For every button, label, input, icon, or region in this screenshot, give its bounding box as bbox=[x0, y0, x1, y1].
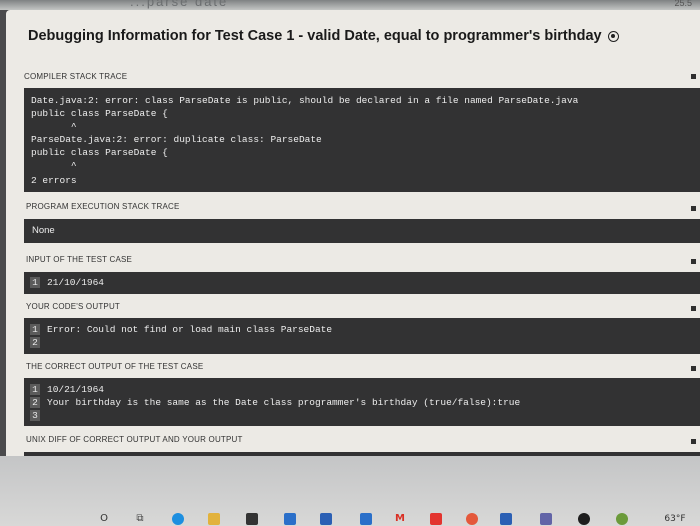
line-number: 2 bbox=[30, 337, 40, 348]
compiler-line: Date.java:2: error: class ParseDate is p… bbox=[31, 95, 579, 106]
correct-output-line: 10/21/1964 bbox=[47, 384, 105, 395]
onedrive-icon[interactable] bbox=[578, 513, 590, 525]
expand-your-output-icon[interactable] bbox=[691, 306, 696, 311]
line-number: 1 bbox=[30, 384, 40, 395]
line-number: 1 bbox=[30, 277, 40, 288]
word-icon[interactable] bbox=[500, 513, 512, 525]
debug-panel: Debugging Information for Test Case 1 - … bbox=[6, 10, 700, 456]
gmail-icon[interactable]: M bbox=[394, 513, 406, 525]
mail-icon[interactable] bbox=[284, 513, 296, 525]
chrome-icon[interactable] bbox=[172, 513, 184, 525]
compiler-line: 2 errors bbox=[31, 175, 77, 186]
expand-input-icon[interactable] bbox=[691, 259, 696, 264]
title-row: Debugging Information for Test Case 1 - … bbox=[28, 28, 619, 44]
expand-diff-icon[interactable] bbox=[691, 439, 696, 444]
expand-execution-icon[interactable] bbox=[691, 206, 696, 211]
compiler-line: ^ bbox=[31, 160, 77, 171]
tray-temperature: 63°F bbox=[664, 514, 686, 524]
file-explorer-icon[interactable] bbox=[208, 513, 220, 525]
execution-stack-trace-label: PROGRAM EXECUTION STACK TRACE bbox=[26, 202, 180, 211]
compiler-line: ^ bbox=[31, 121, 77, 132]
windows-icon[interactable] bbox=[616, 513, 628, 525]
page-title: Debugging Information for Test Case 1 - … bbox=[28, 28, 602, 44]
your-output-box: 1 Error: Could not find or load main cla… bbox=[24, 318, 700, 354]
compiler-line: public class ParseDate { bbox=[31, 108, 168, 119]
word-icon[interactable] bbox=[320, 513, 332, 525]
your-output-label: YOUR CODE'S OUTPUT bbox=[26, 302, 121, 311]
execution-stack-trace-box: None bbox=[24, 219, 700, 243]
input-box: 1 21/10/1964 bbox=[24, 272, 700, 294]
correct-output-box: 1 10/21/1964 2 Your birthday is the same… bbox=[24, 378, 700, 426]
expand-correct-output-icon[interactable] bbox=[691, 366, 696, 371]
line-number: 2 bbox=[30, 397, 40, 408]
input-line: 21/10/1964 bbox=[47, 277, 105, 288]
compiler-line: public class ParseDate { bbox=[31, 147, 168, 158]
line-number: 3 bbox=[30, 410, 40, 421]
acrobat-icon[interactable] bbox=[430, 513, 442, 525]
expand-compiler-icon[interactable] bbox=[691, 74, 696, 79]
input-label: INPUT OF THE TEST CASE bbox=[26, 255, 133, 264]
search-icon[interactable]: O bbox=[98, 513, 110, 525]
chrome-icon[interactable] bbox=[466, 513, 478, 525]
compiler-line: ParseDate.java:2: error: duplicate class… bbox=[31, 134, 322, 145]
info-icon[interactable] bbox=[607, 30, 619, 42]
compiler-stack-trace-box: Date.java:2: error: class ParseDate is p… bbox=[24, 88, 700, 192]
line-number: 1 bbox=[30, 324, 40, 335]
outlook-icon[interactable] bbox=[360, 513, 372, 525]
teams-icon[interactable] bbox=[540, 513, 552, 525]
browser-top-strip: ...parse date 25.5 bbox=[0, 0, 700, 10]
compiler-stack-trace-label: COMPILER STACK TRACE bbox=[24, 72, 128, 81]
background-window-title: ...parse date bbox=[130, 0, 229, 9]
execution-value: None bbox=[32, 225, 55, 236]
unix-diff-label: UNIX DIFF OF CORRECT OUTPUT AND YOUR OUT… bbox=[26, 435, 243, 444]
store-icon[interactable] bbox=[246, 513, 258, 525]
task-view-icon[interactable]: ⧉ bbox=[134, 513, 146, 525]
output-line: Error: Could not find or load main class… bbox=[47, 324, 333, 335]
corner-number: 25.5 bbox=[674, 0, 692, 8]
correct-output-label: THE CORRECT OUTPUT OF THE TEST CASE bbox=[26, 362, 204, 371]
taskbar: O ⧉ M 63°F bbox=[0, 456, 700, 526]
correct-output-line: Your birthday is the same as the Date cl… bbox=[47, 397, 521, 408]
